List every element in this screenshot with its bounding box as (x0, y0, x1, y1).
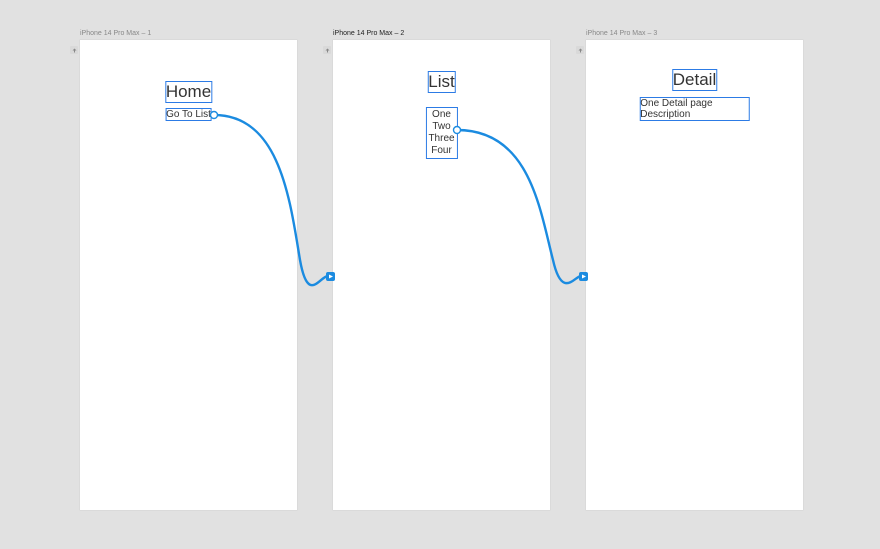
frame-label-1[interactable]: iPhone 14 Pro Max – 1 (80, 30, 151, 37)
flow-start-icon (576, 46, 584, 54)
artboard-detail[interactable]: Detail One Detail page Description (586, 40, 803, 510)
flow-start-icon (70, 46, 78, 54)
artboard-home[interactable]: Home Go To List (80, 40, 297, 510)
go-to-list-link[interactable]: Go To List (166, 109, 211, 120)
detail-title[interactable]: Detail (673, 70, 716, 90)
home-title[interactable]: Home (166, 82, 211, 102)
list-title[interactable]: List (428, 72, 454, 92)
list-item[interactable]: Three (428, 133, 454, 145)
list-item[interactable]: One (432, 109, 451, 121)
list-item[interactable]: Four (431, 145, 452, 157)
frame-label-3[interactable]: iPhone 14 Pro Max – 3 (586, 30, 657, 37)
list-item[interactable]: Two (432, 121, 450, 133)
list-box[interactable]: One Two Three Four (426, 108, 456, 158)
artboard-list[interactable]: List One Two Three Four (333, 40, 550, 510)
detail-description[interactable]: One Detail page Description (640, 98, 749, 120)
frame-label-2[interactable]: iPhone 14 Pro Max – 2 (333, 30, 404, 37)
flow-start-icon (323, 46, 331, 54)
